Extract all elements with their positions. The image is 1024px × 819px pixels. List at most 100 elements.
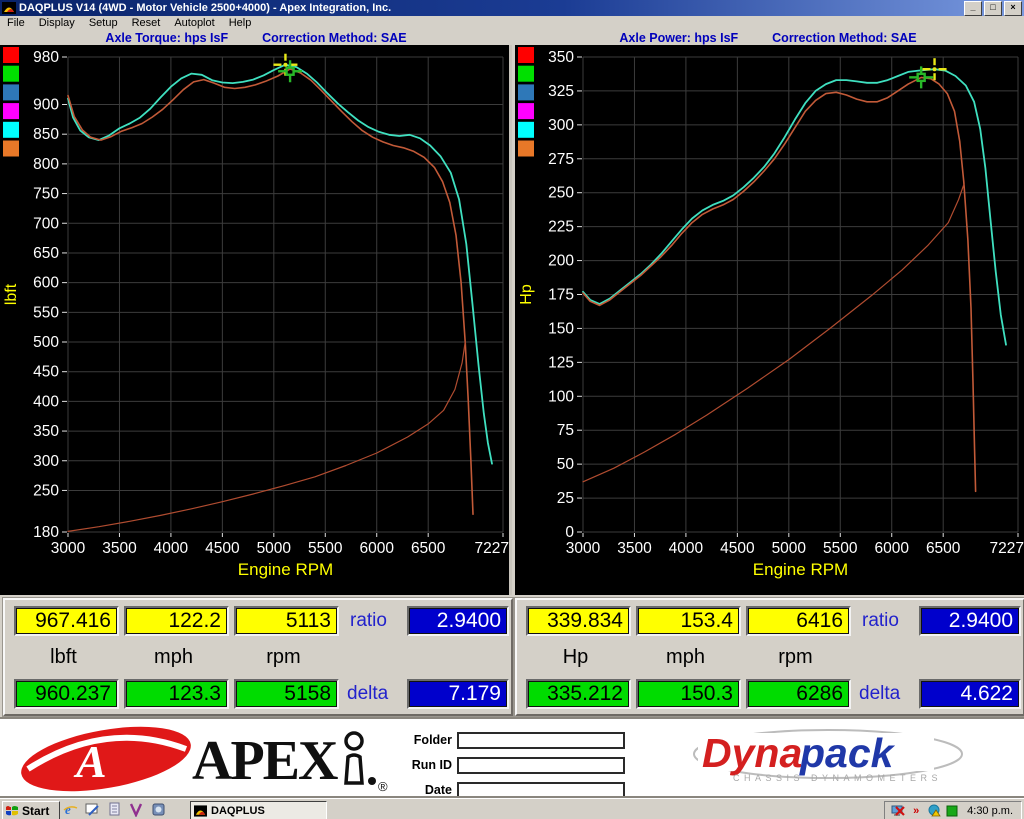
quicklaunch-media-icon[interactable] xyxy=(128,802,144,817)
menu-item-file[interactable]: File xyxy=(0,17,32,29)
ratio-label: ratio xyxy=(350,610,387,632)
tray-fastforward-icon[interactable]: » xyxy=(909,804,923,818)
y-axis-title: lbft xyxy=(3,283,20,305)
svg-text:3500: 3500 xyxy=(617,540,652,557)
rpm-value-secondary: 5158 xyxy=(234,679,339,709)
menu-item-setup[interactable]: Setup xyxy=(82,17,125,29)
menu-item-autoplot[interactable]: Autoplot xyxy=(167,17,221,29)
quicklaunch-ie-icon[interactable]: e xyxy=(62,802,78,817)
svg-text:6000: 6000 xyxy=(359,540,394,557)
apexi-registered-mark: ® xyxy=(378,779,388,794)
unit-label-rpm: rpm xyxy=(746,646,845,669)
start-button-label: Start xyxy=(22,804,49,818)
svg-text:100: 100 xyxy=(548,388,574,405)
quicklaunch-desktop-icon[interactable] xyxy=(84,802,100,817)
svg-text:50: 50 xyxy=(557,456,575,473)
unit-label-lbft: lbft xyxy=(14,646,113,669)
svg-text:225: 225 xyxy=(548,219,574,236)
run-id-input[interactable] xyxy=(457,757,625,774)
svg-text:5500: 5500 xyxy=(308,540,343,557)
legend-swatches xyxy=(518,47,534,157)
tray-status-led-icon[interactable] xyxy=(945,804,959,818)
torque-run-return-trace xyxy=(68,342,465,531)
svg-text:6500: 6500 xyxy=(926,540,961,557)
menu-item-reset[interactable]: Reset xyxy=(125,17,168,29)
quicklaunch-document-icon[interactable] xyxy=(106,802,122,817)
speed-value-primary: 122.2 xyxy=(124,606,229,636)
dynapack-logo: Dyna pack CHASSIS DYNAMOMETERS xyxy=(688,727,968,791)
power-chart-title: Axle Power: hps IsF xyxy=(619,31,738,45)
svg-text:4000: 4000 xyxy=(154,540,189,557)
torque-chart-svg[interactable]: 9809008508007507006506005505004504003503… xyxy=(0,45,509,595)
svg-text:4000: 4000 xyxy=(669,540,704,557)
svg-text:75: 75 xyxy=(557,422,574,439)
legend-swatches xyxy=(3,47,19,157)
menu-item-display[interactable]: Display xyxy=(32,17,82,29)
folder-input[interactable] xyxy=(457,732,625,749)
date-label: Date xyxy=(390,783,457,797)
svg-text:3000: 3000 xyxy=(566,540,601,557)
svg-text:350: 350 xyxy=(33,423,59,440)
date-input[interactable] xyxy=(457,782,625,799)
unit-label-mph: mph xyxy=(636,646,735,669)
x-axis-title: Engine RPM xyxy=(238,560,333,579)
task-button-label: DAQPLUS xyxy=(211,805,265,817)
power-value-primary: 339.834 xyxy=(526,606,631,636)
svg-text:6500: 6500 xyxy=(411,540,446,557)
torque-chart-panel: Axle Torque: hps IsF Correction Method: … xyxy=(0,30,512,595)
restore-button[interactable]: □ xyxy=(984,1,1002,16)
tray-alert-globe-icon[interactable] xyxy=(927,804,941,818)
speed-value-primary: 153.4 xyxy=(636,606,741,636)
menu-bar: File Display Setup Reset Autoplot Help xyxy=(0,16,1024,31)
svg-text:250: 250 xyxy=(33,482,59,499)
torque-chart-header: Axle Torque: hps IsF Correction Method: … xyxy=(0,30,512,45)
torque-correction-method: Correction Method: SAE xyxy=(262,31,406,45)
svg-text:600: 600 xyxy=(33,275,59,292)
svg-text:7227: 7227 xyxy=(475,540,509,557)
svg-text:3000: 3000 xyxy=(51,540,86,557)
taskbar: Start e DAQPLUS » xyxy=(0,798,1024,819)
power-run-return-trace xyxy=(583,185,964,482)
ratio-value: 2.9400 xyxy=(407,606,509,636)
torque-value-secondary: 960.237 xyxy=(14,679,119,709)
taskbar-daqplus-button[interactable]: DAQPLUS xyxy=(190,801,327,819)
power-chart-svg[interactable]: 3503253002752502252001751501251007550250… xyxy=(515,45,1024,595)
power-correction-method: Correction Method: SAE xyxy=(772,31,916,45)
unit-label-rpm: rpm xyxy=(234,646,333,669)
power-chart-header: Axle Power: hps IsF Correction Method: S… xyxy=(512,30,1024,45)
quicklaunch-messenger-icon[interactable] xyxy=(150,802,166,817)
torque-value-primary: 967.416 xyxy=(14,606,119,636)
svg-text:550: 550 xyxy=(33,304,59,321)
unit-label-mph: mph xyxy=(124,646,223,669)
svg-text:150: 150 xyxy=(548,320,574,337)
cursor-secondary[interactable] xyxy=(278,60,302,82)
svg-text:980: 980 xyxy=(33,49,59,66)
power-run-current xyxy=(583,69,1006,345)
torque-readout-panel: 967.416 122.2 5113 lbft mph rpm 960.237 … xyxy=(3,598,513,716)
svg-text:5000: 5000 xyxy=(772,540,807,557)
start-button[interactable]: Start xyxy=(2,801,60,819)
power-value-secondary: 335.212 xyxy=(526,679,631,709)
svg-text:800: 800 xyxy=(33,156,59,173)
svg-text:175: 175 xyxy=(548,287,574,304)
delta-label: delta xyxy=(347,683,388,705)
minimize-button[interactable]: _ xyxy=(964,1,982,16)
logo-strip: A APEX ® Folder Run ID Date xyxy=(0,717,1024,800)
menu-item-help[interactable]: Help xyxy=(222,17,259,29)
dynapack-wordmark-blue: pack xyxy=(799,730,896,776)
svg-text:200: 200 xyxy=(548,253,574,270)
svg-text:4500: 4500 xyxy=(205,540,240,557)
svg-text:450: 450 xyxy=(33,364,59,381)
close-button[interactable]: × xyxy=(1004,1,1022,16)
readouts-area: 967.416 122.2 5113 lbft mph rpm 960.237 … xyxy=(0,595,1024,717)
apexi-swoosh-icon: A xyxy=(16,723,195,795)
svg-text:A: A xyxy=(73,736,107,787)
x-axis-title: Engine RPM xyxy=(753,560,848,579)
app-icon xyxy=(2,2,16,14)
tray-network-offline-icon[interactable] xyxy=(891,804,905,818)
svg-text:325: 325 xyxy=(548,83,574,100)
power-run-previous xyxy=(583,77,976,491)
svg-text:5000: 5000 xyxy=(257,540,292,557)
speed-value-secondary: 123.3 xyxy=(124,679,229,709)
window-title: DAQPLUS V14 (4WD - Motor Vehicle 2500+40… xyxy=(19,2,964,14)
